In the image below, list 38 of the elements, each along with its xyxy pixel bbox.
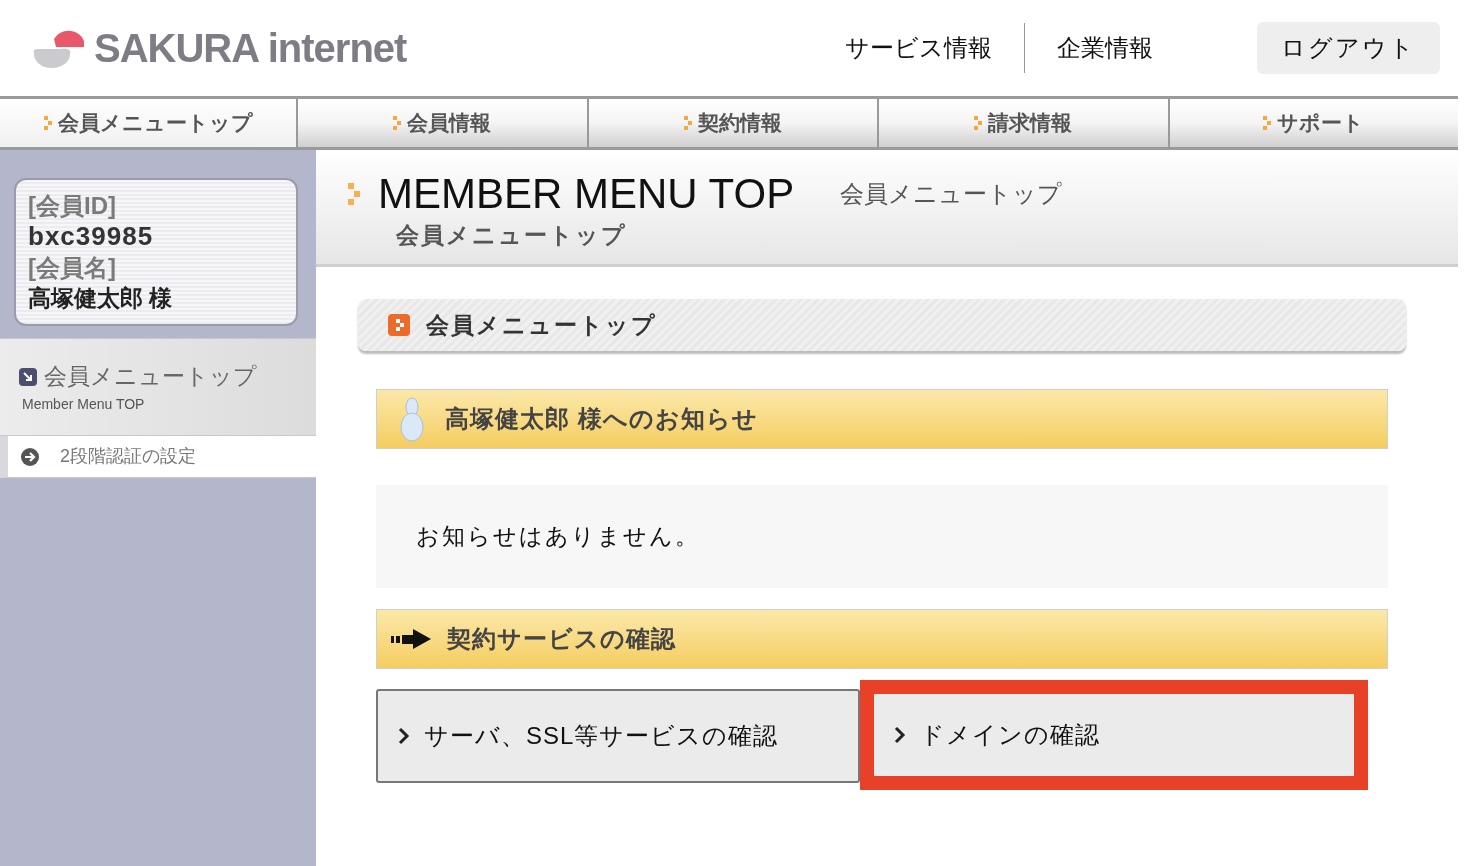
arrow-circle-icon — [20, 446, 40, 467]
nav-tab[interactable]: 会員メニュートップ — [0, 99, 296, 147]
header-link[interactable]: 企業情報 — [1057, 30, 1153, 66]
member-id-label: [会員ID] — [28, 191, 117, 221]
header-link[interactable]: サービス情報 — [845, 30, 992, 66]
nav-tab[interactable]: 請求情報 — [879, 99, 1168, 147]
notice-message: お知らせはありません。 — [416, 522, 700, 552]
member-id: bxc39985 — [28, 221, 155, 252]
page-title-ja: 会員メニュートップ — [840, 179, 1063, 209]
sidebar-item[interactable]: 2段階認証の設定 — [0, 436, 316, 478]
bullet-icon — [348, 183, 360, 205]
chevron-right-icon — [398, 727, 410, 745]
nav-tab[interactable]: 契約情報 — [588, 99, 877, 147]
notice-heading: 高塚健太郎 様へのお知らせ — [445, 404, 758, 434]
sidebar-title[interactable]: 会員メニュートップ — [44, 359, 257, 394]
service-button[interactable]: ドメインの確認 — [874, 694, 1354, 776]
bullet-square-icon — [388, 314, 410, 336]
bullet-icon — [393, 116, 402, 130]
nav-tab[interactable]: サポート — [1169, 99, 1458, 147]
bullet-icon — [974, 116, 983, 130]
arrow-box-icon — [18, 366, 38, 387]
bullet-icon — [683, 116, 692, 130]
section-title: 会員メニュートップ — [426, 310, 657, 340]
logout-button[interactable]: ログアウト — [1257, 22, 1440, 74]
page-title: MEMBER MENU TOP — [378, 170, 795, 218]
bullet-icon — [1263, 116, 1272, 130]
service-button[interactable]: サーバ、SSL等サービスの確認 — [376, 689, 860, 783]
logo-text[interactable]: SAKURA internet — [94, 18, 407, 78]
chevron-right-icon — [894, 726, 906, 744]
breadcrumb: 会員メニュートップ — [396, 221, 628, 250]
bullet-icon — [43, 116, 52, 130]
arrow-right-icon — [391, 627, 433, 651]
gourd-icon — [399, 395, 425, 443]
sidebar-subtitle: Member Menu TOP — [22, 394, 146, 414]
member-name-label: [会員名] — [28, 253, 117, 283]
member-name: 高塚健太郎 様 — [28, 284, 174, 313]
nav-tab[interactable]: 会員情報 — [298, 99, 587, 147]
services-heading: 契約サービスの確認 — [447, 624, 676, 654]
